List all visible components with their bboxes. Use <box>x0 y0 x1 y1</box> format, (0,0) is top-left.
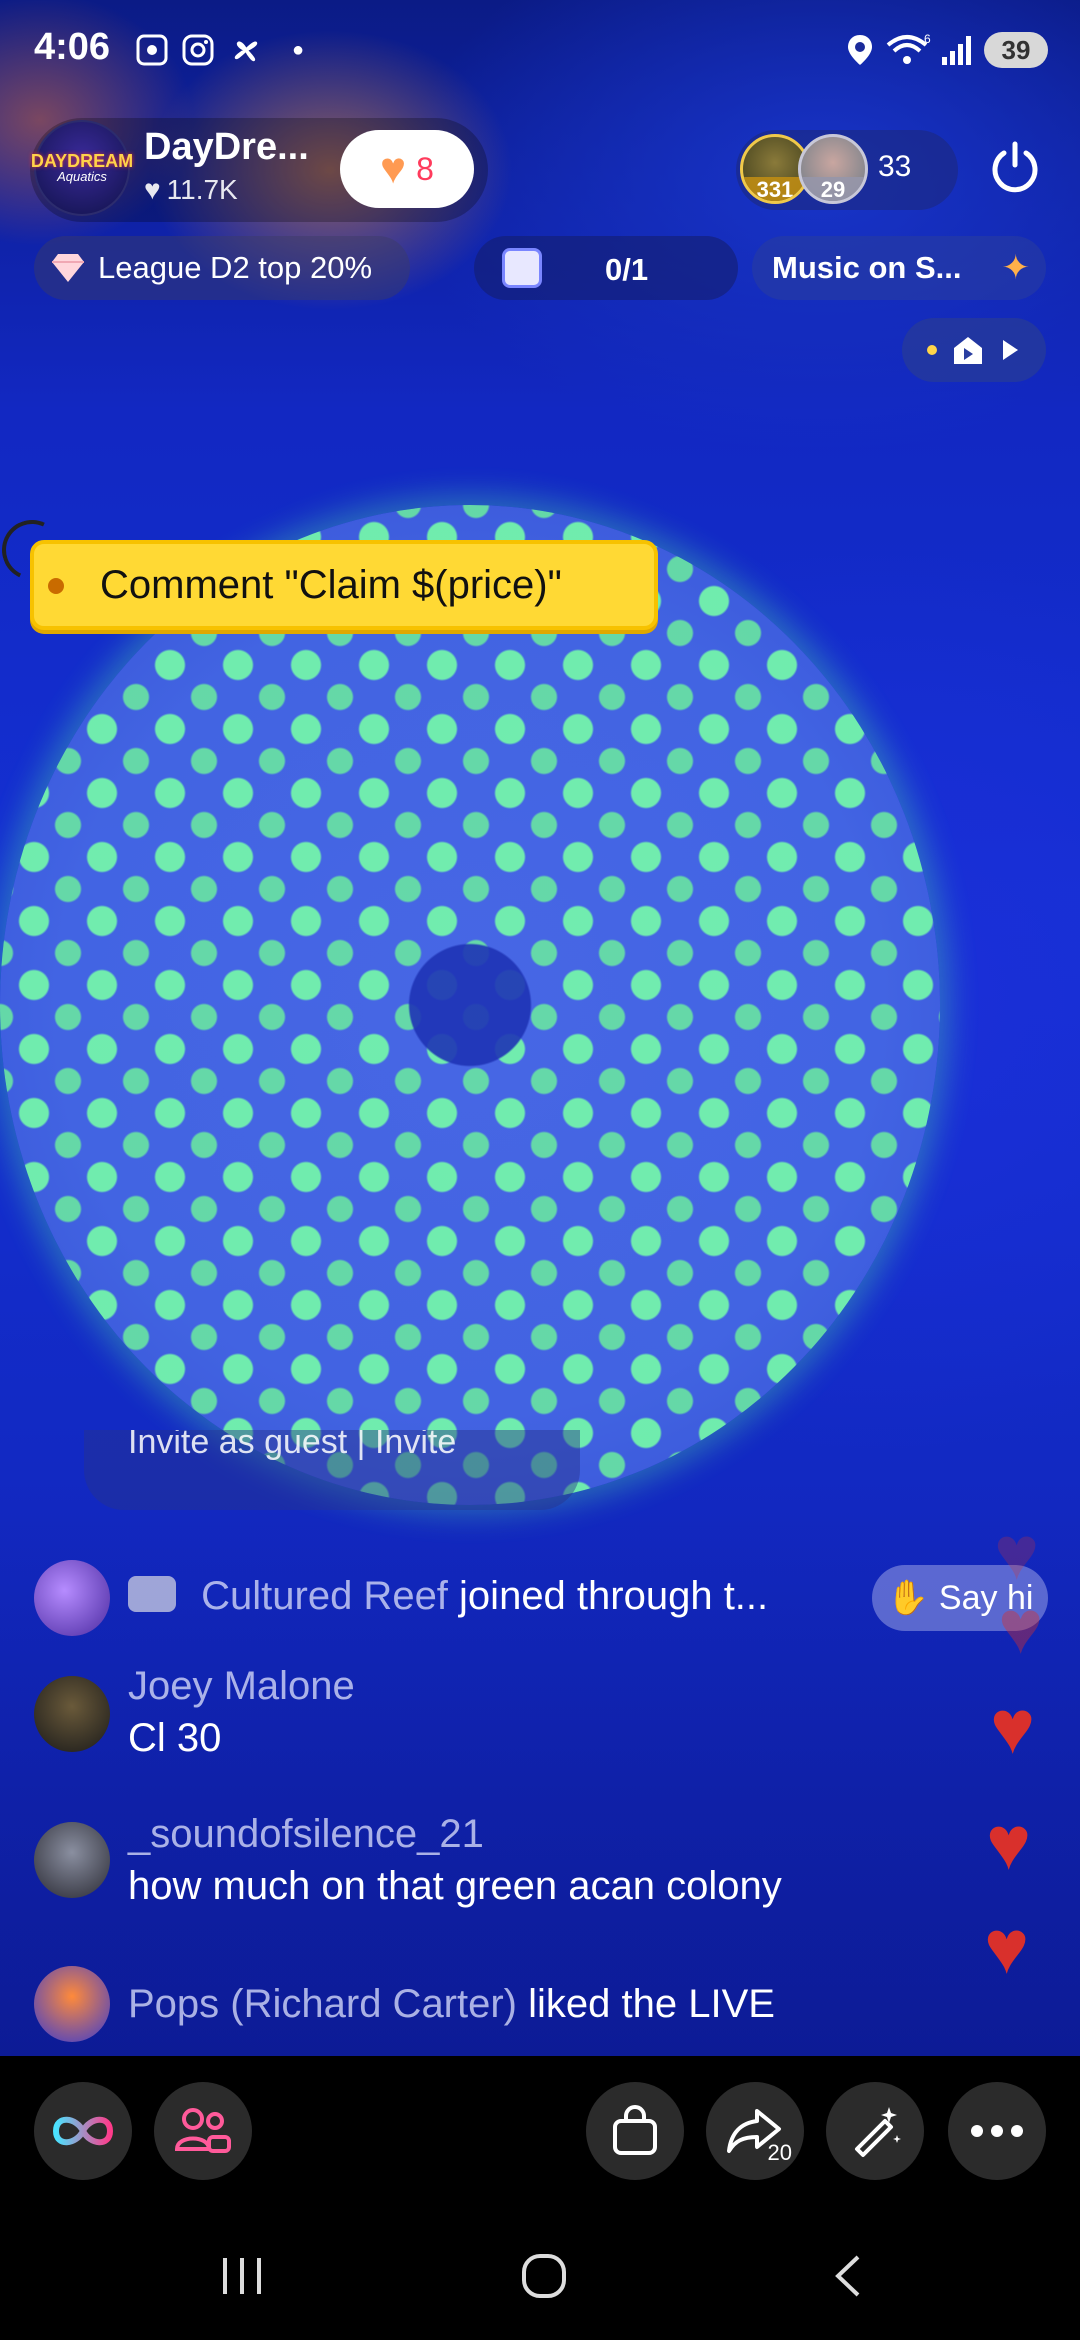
floating-heart-icon: ♥ <box>990 1685 1036 1770</box>
floating-heart-icon: ♥ <box>986 1801 1032 1886</box>
location-icon <box>842 32 878 68</box>
goal-progress: 0/1 <box>605 252 649 287</box>
shop-button[interactable] <box>586 2082 684 2180</box>
viewer-count[interactable]: 33 <box>878 150 911 184</box>
magic-wand-icon <box>855 2107 901 2157</box>
host-name[interactable]: DayDre... <box>144 126 309 169</box>
viewer-badge-icon <box>128 1576 176 1613</box>
home-icon <box>522 2254 566 2298</box>
like-user[interactable]: Pops (Richard Carter) <box>128 1982 517 2026</box>
more-button[interactable] <box>948 2082 1046 2180</box>
avatar-logo-text: DAYDREAM <box>30 151 134 171</box>
host-likes: ♥ 11.7K <box>144 174 238 206</box>
signal-icon <box>938 32 978 68</box>
instagram-icon <box>180 32 216 68</box>
floating-heart-icon: ♥ <box>998 1585 1044 1670</box>
floating-heart-icon: ♥ <box>994 1511 1040 1596</box>
gift-goal-icon <box>502 248 542 288</box>
people-icon <box>174 2108 231 2153</box>
shopping-bag-icon <box>613 2105 657 2155</box>
notification-dot-icon: ● <box>291 38 305 61</box>
home-button[interactable] <box>514 2246 574 2306</box>
back-chevron-icon <box>835 2255 860 2297</box>
like-event: Pops (Richard Carter) liked the LIVE <box>128 1982 775 2027</box>
share-count: 20 <box>767 2140 792 2165</box>
comment-text: Cl 30 <box>128 1716 222 1760</box>
battery-indicator: 39 <box>984 32 1048 68</box>
league-label: League D2 top 20% <box>98 250 373 285</box>
invite-text[interactable]: Invite as guest | Invite <box>128 1430 456 1470</box>
status-bar: 4:06 ● 6 39 <box>0 0 1080 100</box>
comment-user[interactable]: _soundofsilence_21 <box>128 1812 484 1857</box>
join-user[interactable]: Cultured Reef <box>201 1574 448 1618</box>
svg-text:6: 6 <box>924 33 931 46</box>
avatar-logo-subtext: Aquatics <box>57 169 107 184</box>
guests-button[interactable] <box>154 2082 252 2180</box>
music-label: Music on S... <box>772 250 962 285</box>
share-button[interactable]: 20 <box>706 2082 804 2180</box>
heart-icon: ♥ <box>144 174 161 205</box>
commenter-avatar[interactable] <box>34 1822 110 1898</box>
like-text: liked the LIVE <box>528 1982 775 2026</box>
wifi-icon: 6 <box>884 32 934 68</box>
claim-sticker: Comment "Claim $(price)" <box>30 540 658 630</box>
join-event: Cultured Reef joined through t... <box>128 1574 768 1619</box>
recents-icon <box>223 2258 261 2294</box>
status-time: 4:06 <box>34 26 111 68</box>
host-avatar[interactable]: DAYDREAM Aquatics <box>30 120 134 216</box>
claim-sticker-text: Comment "Claim $(price)" <box>100 562 562 607</box>
more-dots-icon <box>971 2125 1023 2137</box>
follow-button[interactable]: ♥ 8 <box>340 130 474 208</box>
play-icon <box>1003 340 1018 360</box>
pinwheel-icon <box>228 32 264 68</box>
comment-user[interactable]: Joey Malone <box>128 1664 355 1709</box>
effects-button[interactable] <box>826 2082 924 2180</box>
follow-count: 8 <box>416 150 434 187</box>
coral-image <box>0 505 940 1505</box>
link-loop-icon <box>52 2116 114 2146</box>
floating-heart-icon: ♥ <box>984 1905 1030 1990</box>
screenshot-icon <box>134 32 170 68</box>
diamond-icon <box>52 254 84 282</box>
music-button[interactable]: Music on S... ✦ <box>752 236 1046 300</box>
top-viewer-score: 331 <box>743 177 807 201</box>
home-play-icon <box>954 337 982 364</box>
second-viewer-avatar[interactable]: 29 <box>798 134 868 204</box>
co-host-button[interactable] <box>34 2082 132 2180</box>
live-dot-icon <box>927 345 937 355</box>
host-likes-count: 11.7K <box>166 174 238 205</box>
league-badge[interactable]: League D2 top 20% <box>34 236 410 300</box>
cast-button[interactable] <box>902 318 1046 382</box>
comment-text: how much on that green acan colony <box>128 1864 782 1908</box>
heart-icon: ♥ <box>380 144 407 193</box>
commenter-avatar[interactable] <box>34 1966 110 2042</box>
magic-wand-icon: ✦ <box>1001 249 1031 287</box>
commenter-avatar[interactable] <box>34 1676 110 1752</box>
commenter-avatar[interactable] <box>34 1560 110 1636</box>
power-icon <box>992 141 1038 193</box>
back-button[interactable] <box>818 2246 878 2306</box>
join-text: joined through t... <box>459 1574 769 1618</box>
second-viewer-score: 29 <box>801 177 865 201</box>
wave-hand-icon: ✋ <box>886 1579 929 1617</box>
recents-button[interactable] <box>212 2246 272 2306</box>
tag-hole <box>48 578 64 594</box>
exit-button[interactable] <box>984 136 1046 198</box>
